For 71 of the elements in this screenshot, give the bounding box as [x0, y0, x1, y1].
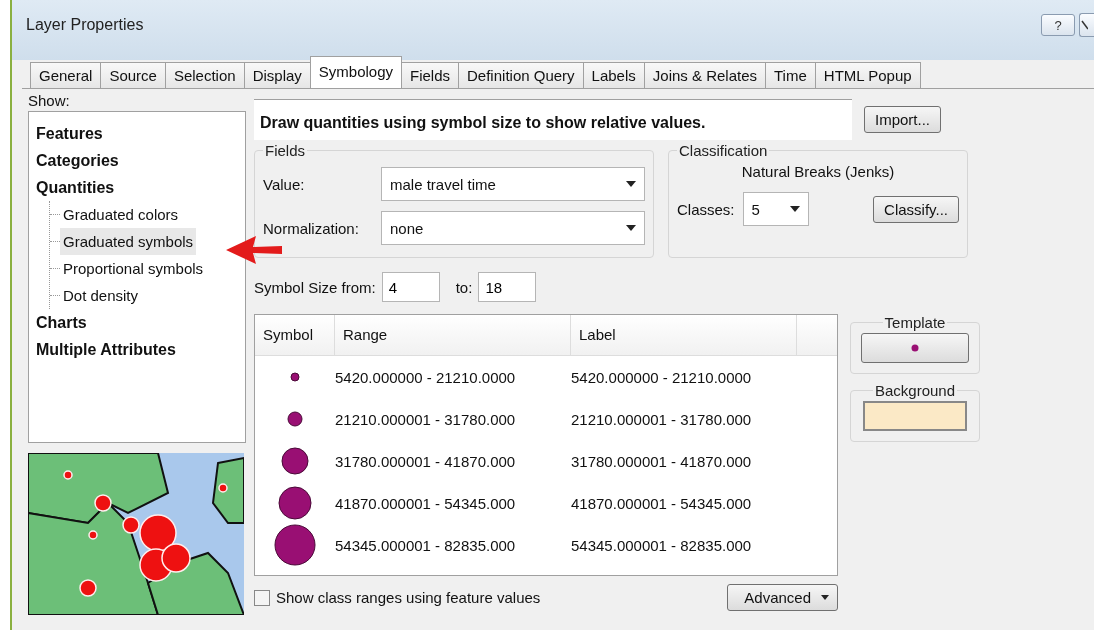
tab[interactable]: Joins & Relates [643, 62, 766, 88]
symbol-icon [911, 344, 919, 352]
tab[interactable]: Selection [164, 62, 245, 88]
size-from-field[interactable]: 4 [381, 272, 440, 302]
symbol-icon[interactable] [281, 447, 309, 475]
range-cell-text: 5420.000000 - 21210.0000 [335, 368, 517, 386]
range-cell-text: 41870.000001 - 54345.000 [335, 494, 517, 512]
dropdown-caret-icon [821, 595, 829, 600]
tab[interactable]: Display [243, 62, 311, 88]
value-label: Value: [263, 175, 306, 193]
tree-item[interactable]: Features [33, 120, 106, 147]
background-swatch[interactable] [863, 401, 967, 431]
close-icon[interactable] [1079, 13, 1094, 37]
label-cell-text: 5420.000000 - 21210.0000 [571, 368, 753, 386]
checkbox[interactable] [254, 589, 270, 606]
size-from-label: Symbol Size from: [254, 278, 376, 296]
symbol-icon[interactable] [274, 524, 316, 566]
checkbox-label: Show class ranges using feature values [276, 589, 541, 606]
tab[interactable]: Time [765, 62, 816, 88]
tab[interactable]: HTML Popup [814, 62, 921, 88]
column-header[interactable]: Symbol [255, 315, 335, 355]
tree-item[interactable]: Graduated colors [60, 201, 182, 228]
range-cell-text: 54345.000001 - 82835.000 [335, 536, 517, 554]
dropdown-caret-icon [789, 206, 800, 212]
classes-label: Classes: [677, 200, 735, 218]
tree-item[interactable]: Quantities [33, 174, 118, 201]
template-button[interactable] [861, 333, 969, 363]
normalization-label: Normalization: [263, 219, 360, 237]
range-cell-text: 21210.000001 - 31780.000 [335, 410, 517, 428]
label-cell-text: 54345.000001 - 82835.000 [571, 536, 753, 554]
normalization-dropdown[interactable]: none [381, 211, 645, 245]
tree-item[interactable]: Charts [33, 309, 90, 336]
window-title: Layer Properties [26, 16, 145, 34]
tree-item[interactable]: Categories [33, 147, 122, 174]
renderer-description: Draw quantities using symbol size to show relative values. [254, 99, 852, 140]
arrow-icon [226, 235, 282, 265]
symbol-icon[interactable] [278, 486, 312, 520]
tab[interactable]: Labels [582, 62, 645, 88]
tab[interactable]: Fields [401, 62, 460, 88]
group-title: Classification [678, 142, 769, 159]
group-title: Fields [264, 142, 306, 159]
import-button[interactable]: Import... [864, 106, 941, 133]
label-cell-text: 41870.000001 - 54345.000 [571, 494, 753, 512]
dropdown-caret-icon [626, 225, 636, 231]
range-cell-text: 31780.000001 - 41870.000 [335, 452, 517, 470]
tree-item[interactable]: Proportional symbols [60, 255, 207, 282]
classification-method: Natural Breaks (Jenks) [741, 163, 895, 180]
tab[interactable]: Definition Query [458, 62, 584, 88]
label-cell-text: 21210.000001 - 31780.000 [571, 410, 753, 428]
dropdown-caret-icon [626, 181, 636, 187]
help-button[interactable]: ? [1041, 14, 1075, 36]
value-dropdown[interactable]: male travel time [381, 167, 645, 201]
classes-dropdown[interactable]: 5 [742, 192, 809, 226]
tree-item[interactable]: Multiple Attributes [33, 336, 179, 363]
size-to-field[interactable]: 18 [478, 272, 537, 302]
label-cell-text: 31780.000001 - 41870.000 [571, 452, 753, 470]
group-title: Background [873, 382, 957, 399]
tree-item[interactable]: Graduated symbols [60, 228, 197, 255]
symbol-icon[interactable] [290, 372, 300, 382]
size-to-label: to: [455, 278, 473, 296]
tab[interactable]: Symbology [309, 56, 402, 88]
group-title: Template [883, 314, 947, 331]
show-label: Show: [28, 91, 71, 111]
classify-button[interactable]: Classify... [873, 195, 959, 223]
column-header[interactable]: Range [335, 315, 571, 355]
advanced-button[interactable]: Advanced [727, 584, 838, 611]
tab[interactable]: General [30, 62, 102, 88]
symbol-icon[interactable] [287, 411, 303, 427]
tree-item[interactable]: Dot density [60, 282, 142, 309]
tab[interactable]: Source [100, 62, 166, 88]
column-header[interactable]: Label [571, 315, 797, 355]
